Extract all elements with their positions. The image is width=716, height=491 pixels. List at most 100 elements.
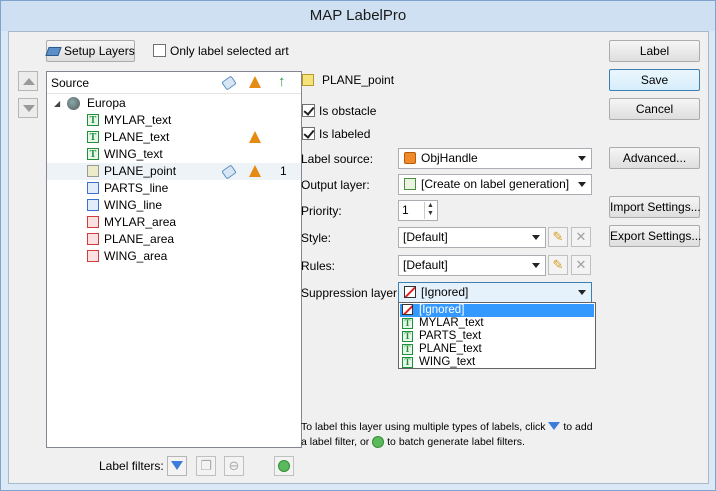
ignored-icon — [402, 304, 413, 315]
pencil-icon: ✎ — [552, 257, 564, 272]
only-selected-label: Only label selected art — [170, 44, 289, 58]
point-layer-icon — [87, 165, 99, 177]
rules-combo[interactable]: [Default] — [398, 255, 546, 276]
dropdown-option-label: PARTS_text — [419, 330, 482, 342]
clear-style-button[interactable]: ✕ — [571, 227, 591, 247]
text-layer-icon: T — [402, 318, 413, 329]
chevron-down-icon — [532, 263, 540, 268]
style-label: Style: — [301, 231, 332, 245]
edit-style-button[interactable]: ✎ — [548, 227, 568, 247]
line-layer-icon — [87, 199, 99, 211]
new-layer-icon — [404, 178, 416, 190]
save-button[interactable]: Save — [609, 69, 700, 91]
setup-layers-button[interactable]: Setup Layers — [45, 40, 135, 62]
setup-layers-label: Setup Layers — [64, 44, 135, 58]
source-tree[interactable]: Source ↑ ◢ Europa T MYLAR_text T PLANE_text… — [46, 71, 302, 448]
style-combo[interactable]: [Default] — [398, 227, 546, 248]
chevron-down-icon — [578, 182, 586, 187]
expand-icon[interactable]: ◢ — [54, 95, 60, 112]
point-layer-icon — [302, 74, 314, 86]
tree-item[interactable]: WING_area — [47, 248, 301, 265]
label-source-combo[interactable]: ObjHandle — [398, 148, 592, 169]
only-selected-checkbox[interactable] — [153, 44, 166, 57]
tree-item-label: MYLAR_text — [104, 113, 172, 127]
close-icon: ✕ — [575, 257, 587, 272]
tag-icon — [221, 164, 237, 180]
tag-column-icon — [221, 75, 237, 91]
tree-item[interactable]: WING_line — [47, 197, 301, 214]
suppression-layer-label: Suppression layer: — [301, 286, 401, 300]
dropdown-option[interactable]: T PLANE_text — [400, 343, 594, 356]
tree-root-label: Europa — [87, 96, 126, 110]
dropdown-option-label: MYLAR_text — [419, 317, 484, 329]
text-layer-icon: T — [87, 131, 99, 143]
advanced-button[interactable]: Advanced... — [609, 147, 700, 169]
copy-filter-button[interactable]: ❐ — [196, 456, 216, 476]
label-filters-label: Label filters: — [99, 459, 164, 473]
tree-item-label: MYLAR_area — [104, 215, 177, 229]
tree-item[interactable]: T MYLAR_text — [47, 112, 301, 129]
move-up-button[interactable] — [18, 71, 38, 91]
objhandle-icon — [404, 152, 416, 164]
help-line-1-end: to add — [563, 421, 593, 433]
tree-header: Source ↑ — [47, 72, 301, 94]
rules-label: Rules: — [301, 259, 336, 273]
tree-item[interactable]: PLANE_point 1 — [47, 163, 301, 180]
help-line-2-start: a label filter, or — [301, 436, 370, 448]
dropdown-option[interactable]: [Ignored] — [400, 304, 594, 317]
area-layer-icon — [87, 216, 99, 228]
help-line-2-end: to batch generate label filters. — [387, 436, 525, 448]
priority-value: 1 — [402, 203, 409, 217]
priority-column-icon: ↑ — [278, 73, 286, 90]
text-layer-icon: T — [402, 344, 413, 355]
tree-item-label: WING_text — [104, 147, 163, 161]
move-down-button[interactable] — [18, 98, 38, 118]
help-line-1-start: To label this layer using multiple types… — [301, 421, 546, 433]
clear-rules-button[interactable]: ✕ — [571, 255, 591, 275]
import-settings-button[interactable]: Import Settings... — [609, 196, 701, 218]
tree-item[interactable]: PLANE_area — [47, 231, 301, 248]
export-settings-button[interactable]: Export Settings... — [609, 225, 701, 247]
help-line-2: a label filter, or to batch generate lab… — [301, 436, 525, 449]
suppression-dropdown-list[interactable]: [Ignored] T MYLAR_text T PARTS_text T PLANE_te… — [398, 302, 596, 369]
cone-icon — [249, 131, 261, 143]
tree-item[interactable]: MYLAR_area — [47, 214, 301, 231]
tree-item[interactable]: T WING_text — [47, 146, 301, 163]
dropdown-option-label: [Ignored] — [419, 304, 465, 316]
area-layer-icon — [87, 233, 99, 245]
filter-add-icon — [171, 461, 183, 470]
dropdown-option[interactable]: T WING_text — [400, 356, 594, 369]
tree-item-label: PARTS_line — [104, 181, 169, 195]
chevron-down-icon — [532, 235, 540, 240]
tree-item[interactable]: PARTS_line — [47, 180, 301, 197]
add-filter-button[interactable] — [167, 456, 187, 476]
dropdown-option[interactable]: T PARTS_text — [400, 330, 594, 343]
close-icon: ✕ — [575, 229, 587, 244]
label-source-label: Label source: — [301, 152, 374, 166]
help-line-1: To label this layer using multiple types… — [301, 421, 593, 433]
label-button[interactable]: Label — [609, 40, 700, 62]
stepper-arrows-icon[interactable]: ▲ ▼ — [424, 202, 436, 219]
dropdown-option-label: PLANE_text — [419, 343, 482, 355]
output-layer-combo[interactable]: [Create on label generation] — [398, 174, 592, 195]
is-obstacle-checkbox[interactable] — [302, 104, 315, 117]
tree-item[interactable]: T PLANE_text — [47, 129, 301, 146]
copy-icon: ❐ — [200, 458, 212, 473]
tree-item-label: PLANE_area — [104, 232, 175, 246]
minus-circle-icon: ⊖ — [228, 458, 240, 473]
cone-icon — [249, 165, 261, 177]
window-title: MAP LabelPro — [1, 1, 715, 31]
priority-label: Priority: — [301, 204, 342, 218]
tree-root-row[interactable]: ◢ Europa — [47, 95, 301, 112]
is-labeled-checkbox[interactable] — [302, 127, 315, 140]
cancel-button[interactable]: Cancel — [609, 98, 700, 120]
edit-rules-button[interactable]: ✎ — [548, 255, 568, 275]
dropdown-option[interactable]: T MYLAR_text — [400, 317, 594, 330]
remove-filter-button[interactable]: ⊖ — [224, 456, 244, 476]
priority-stepper[interactable]: 1 ▲ ▼ — [398, 200, 438, 221]
suppression-layer-combo[interactable]: [Ignored] — [398, 282, 592, 303]
batch-filter-button[interactable] — [274, 456, 294, 476]
dropdown-option-label: WING_text — [419, 356, 476, 368]
suppression-layer-value: [Ignored] — [421, 285, 469, 299]
tree-item-label: WING_line — [104, 198, 163, 212]
